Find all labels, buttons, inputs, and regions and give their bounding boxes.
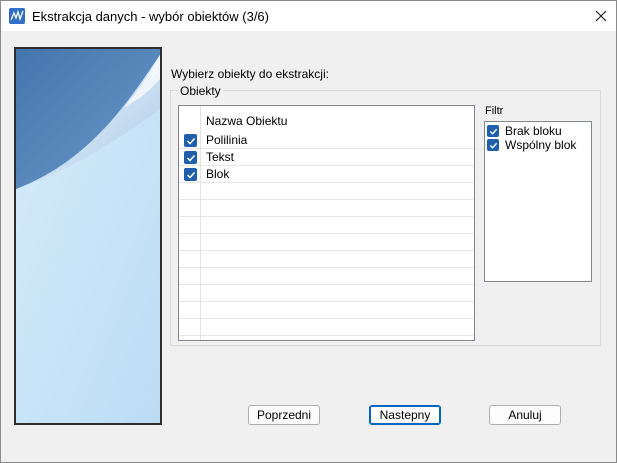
empty-row [179, 251, 474, 268]
dialog-window: Ekstrakcja danych - wybór obiektów (3/6) [0, 0, 617, 463]
checkmark-icon [186, 154, 195, 162]
list-item[interactable]: Polilinia [179, 132, 474, 149]
objects-group-title: Obiekty [178, 84, 223, 98]
checkbox-blok[interactable] [184, 168, 197, 181]
cancel-button[interactable]: Anuluj [489, 405, 561, 425]
list-item[interactable]: Tekst [179, 149, 474, 166]
empty-row [179, 302, 474, 319]
empty-row [179, 200, 474, 217]
object-list[interactable]: Nazwa Obiektu Polilinia Tekst Blok [178, 105, 475, 341]
empty-row [179, 217, 474, 234]
list-item-label: Tekst [206, 150, 235, 164]
next-button[interactable]: Nastepny [369, 405, 441, 425]
window-title: Ekstrakcja danych - wybór obiektów (3/6) [32, 9, 269, 24]
close-button[interactable] [586, 1, 616, 31]
empty-row [179, 285, 474, 302]
checkbox-brak-bloku[interactable] [487, 125, 499, 137]
filter-list[interactable]: Brak bloku Wspólny blok [484, 121, 592, 282]
checkbox-polilinia[interactable] [184, 134, 197, 147]
list-item-label: Polilinia [206, 133, 248, 147]
checkmark-icon [186, 137, 195, 145]
filter-item-brak-bloku[interactable]: Brak bloku [487, 124, 587, 138]
checkmark-icon [489, 142, 497, 149]
wizard-illustration [14, 47, 162, 425]
empty-row [179, 183, 474, 200]
filter-item-label: Wspólny blok [505, 138, 577, 152]
empty-row [179, 268, 474, 285]
list-item-label: Blok [206, 167, 230, 181]
column-header-object-name[interactable]: Nazwa Obiektu [206, 114, 287, 128]
filter-item-wspolny-blok[interactable]: Wspólny blok [487, 138, 587, 152]
page-curl-graphic [16, 49, 160, 423]
filter-label: Filtr [485, 105, 504, 117]
empty-row [179, 234, 474, 251]
title-bar: Ekstrakcja danych - wybór obiektów (3/6) [1, 1, 616, 31]
close-icon [595, 10, 607, 22]
instruction-text: Wybierz obiekty do ekstrakcji: [171, 67, 329, 81]
empty-row [179, 319, 474, 336]
previous-button[interactable]: Poprzedni [248, 405, 320, 425]
filter-item-label: Brak bloku [505, 124, 562, 138]
checkmark-icon [489, 128, 497, 135]
checkbox-wspolny-blok[interactable] [487, 139, 499, 151]
checkmark-icon [186, 171, 195, 179]
checkbox-tekst[interactable] [184, 151, 197, 164]
app-icon [9, 8, 25, 24]
list-item[interactable]: Blok [179, 166, 474, 183]
